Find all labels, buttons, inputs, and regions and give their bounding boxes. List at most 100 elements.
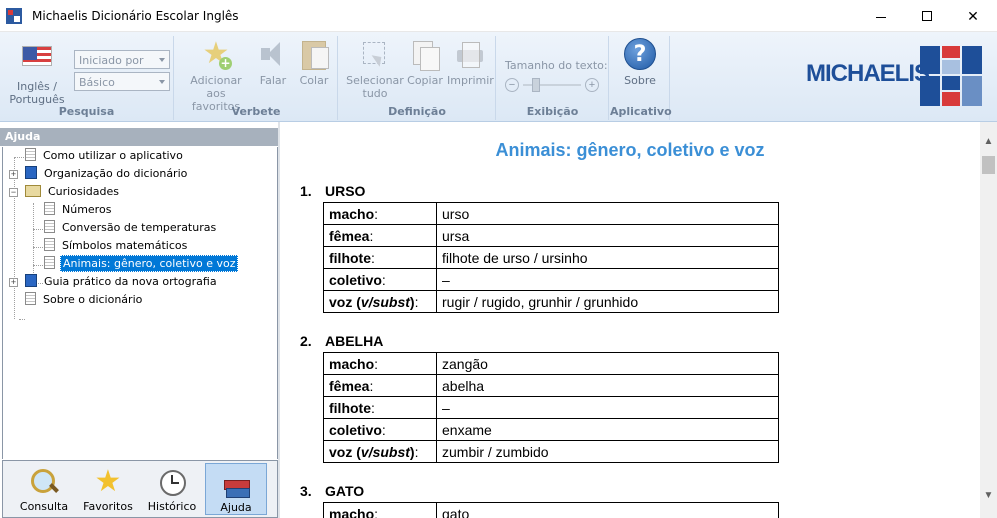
tree-item-numeros[interactable]: Números (44, 202, 113, 220)
expand-toggle-guia[interactable]: + (9, 278, 18, 287)
document-icon (44, 256, 55, 269)
michaelis-logo-text: MICHAELIS (806, 60, 930, 87)
tree-item-guia-ortografia[interactable]: Guia prático da nova ortografia (25, 274, 219, 292)
entry-abelha: 2. ABELHA macho: zangão fêmea: abelha filho… (300, 333, 779, 463)
row-value: zumbir / zumbido (436, 440, 779, 463)
text-size-slider[interactable] (532, 78, 540, 92)
tree-item-label: Organização do dicionário (44, 167, 188, 180)
table-row: macho: zangão (323, 352, 779, 375)
title-bar: Michaelis Dicionário Escolar Inglês ✕ (0, 0, 997, 32)
select-all-label: Selecionar tudo (346, 74, 404, 100)
row-value: ursa (436, 224, 779, 247)
speaker-icon (257, 38, 289, 70)
panel-header: Ajuda (0, 128, 278, 146)
about-button[interactable]: ? Sobre (616, 38, 664, 87)
search-mode-combo[interactable]: Básico (74, 72, 170, 91)
tree-item-organizacao[interactable]: Organização do dicionário (25, 166, 189, 184)
nav-historico-button[interactable]: Histórico (141, 463, 203, 515)
search-mode-value: Básico (79, 76, 115, 89)
magnifier-icon (29, 467, 59, 497)
minimize-icon (876, 16, 886, 18)
entry-number: 2. (300, 333, 312, 349)
tree-item-label: Símbolos matemáticos (62, 239, 188, 252)
group-verbete: ★ Adicionar aos favoritos Falar Colar Ve… (175, 36, 338, 120)
star-icon: ★ (94, 464, 122, 499)
tree-line (14, 157, 15, 319)
tree-item-simbolos-matematicos[interactable]: Símbolos matemáticos (44, 238, 189, 256)
printer-icon (454, 38, 486, 70)
language-button[interactable]: Inglês / Português (8, 38, 66, 106)
help-tree: Como utilizar o aplicativo + Organização… (2, 147, 278, 459)
chevron-down-icon (159, 58, 165, 62)
books-icon (221, 468, 251, 498)
select-all-button[interactable]: Selecionar tudo (345, 38, 405, 100)
paste-label: Colar (299, 74, 329, 87)
chevron-down-icon (159, 80, 165, 84)
tree-item-label: Guia prático da nova ortografia (44, 275, 217, 288)
row-value: urso (436, 202, 779, 225)
row-key: coletivo: (323, 268, 437, 291)
tree-item-label: Animais: gênero, coletivo e voz (60, 255, 239, 272)
document-icon (44, 220, 55, 233)
paste-button[interactable]: Colar (295, 38, 333, 87)
speak-button[interactable]: Falar (255, 38, 291, 87)
minimize-button[interactable] (858, 0, 904, 32)
row-value: rugir / rugido, grunhir / grunhido (436, 290, 779, 313)
vertical-scrollbar[interactable]: ▲ ▼ (980, 122, 997, 518)
nav-ajuda-button[interactable]: Ajuda (205, 463, 267, 515)
tree-line (33, 247, 43, 248)
close-button[interactable]: ✕ (950, 0, 996, 32)
row-value: enxame (436, 418, 779, 441)
document-icon (44, 238, 55, 251)
tree-item-label: Curiosidades (48, 185, 119, 198)
open-book-icon (25, 185, 41, 197)
copy-button[interactable]: Copiar (407, 38, 443, 87)
table-row: fêmea: abelha (323, 374, 779, 397)
add-favorites-button[interactable]: ★ Adicionar aos favoritos (181, 38, 251, 114)
app-icon (6, 8, 22, 24)
table-row: filhote: – (323, 396, 779, 419)
group-label-aplicativo: Aplicativo (610, 105, 672, 118)
tree-item-conversao-temperaturas[interactable]: Conversão de temperaturas (44, 220, 218, 238)
scroll-down-icon[interactable]: ▼ (980, 490, 997, 507)
table-row: voz (v/subst): rugir / rugido, grunhir / … (323, 290, 779, 313)
text-size-increase-button[interactable]: + (585, 78, 599, 92)
scroll-up-icon[interactable]: ▲ (980, 136, 997, 153)
print-label: Imprimir (447, 74, 494, 87)
copy-label: Copiar (407, 74, 443, 87)
maximize-button[interactable] (904, 0, 950, 32)
tree-item-curiosidades[interactable]: Curiosidades (25, 184, 121, 202)
search-level-combo[interactable]: Iniciado por (74, 50, 170, 69)
entry-heading: 1. URSO (300, 183, 779, 202)
print-button[interactable]: Imprimir (447, 38, 494, 87)
table-row: macho: urso (323, 202, 779, 225)
entry-name: ABELHA (325, 333, 384, 349)
expand-toggle-organizacao[interactable]: + (9, 170, 18, 179)
nav-label: Histórico (147, 500, 197, 513)
bottom-navigation: Consulta ★ Favoritos Histórico Ajuda (2, 460, 278, 518)
row-value: abelha (436, 374, 779, 397)
clock-icon (157, 467, 187, 497)
maximize-icon (922, 11, 932, 21)
row-key: voz (v/subst): (323, 440, 437, 463)
tree-item-sobre-dicionario[interactable]: Sobre o dicionário (25, 292, 144, 310)
search-level-value: Iniciado por (79, 54, 144, 67)
nav-label: Favoritos (83, 500, 133, 513)
nav-favoritos-button[interactable]: ★ Favoritos (77, 463, 139, 515)
text-size-decrease-button[interactable]: − (505, 78, 519, 92)
scroll-thumb[interactable] (982, 156, 995, 174)
copy-icon (409, 38, 441, 71)
entry-heading: 3. GATO (300, 483, 779, 502)
group-definicao: Selecionar tudo Copiar Imprimir Definiçã… (339, 36, 496, 120)
table-row: coletivo: enxame (323, 418, 779, 441)
group-label-definicao: Definição (388, 105, 446, 118)
content-area: Animais: gênero, coletivo e voz 1. URSO m… (280, 122, 980, 518)
star-plus-icon: ★ (200, 38, 232, 70)
tree-item-label: Como utilizar o aplicativo (43, 149, 183, 162)
collapse-toggle-curiosidades[interactable]: − (9, 188, 18, 197)
nav-consulta-button[interactable]: Consulta (13, 463, 75, 515)
tree-item-animais[interactable]: Animais: gênero, coletivo e voz (44, 255, 239, 274)
tree-item-como-utilizar[interactable]: Como utilizar o aplicativo (25, 148, 185, 166)
document-icon (25, 292, 36, 305)
entry-number: 3. (300, 483, 312, 499)
